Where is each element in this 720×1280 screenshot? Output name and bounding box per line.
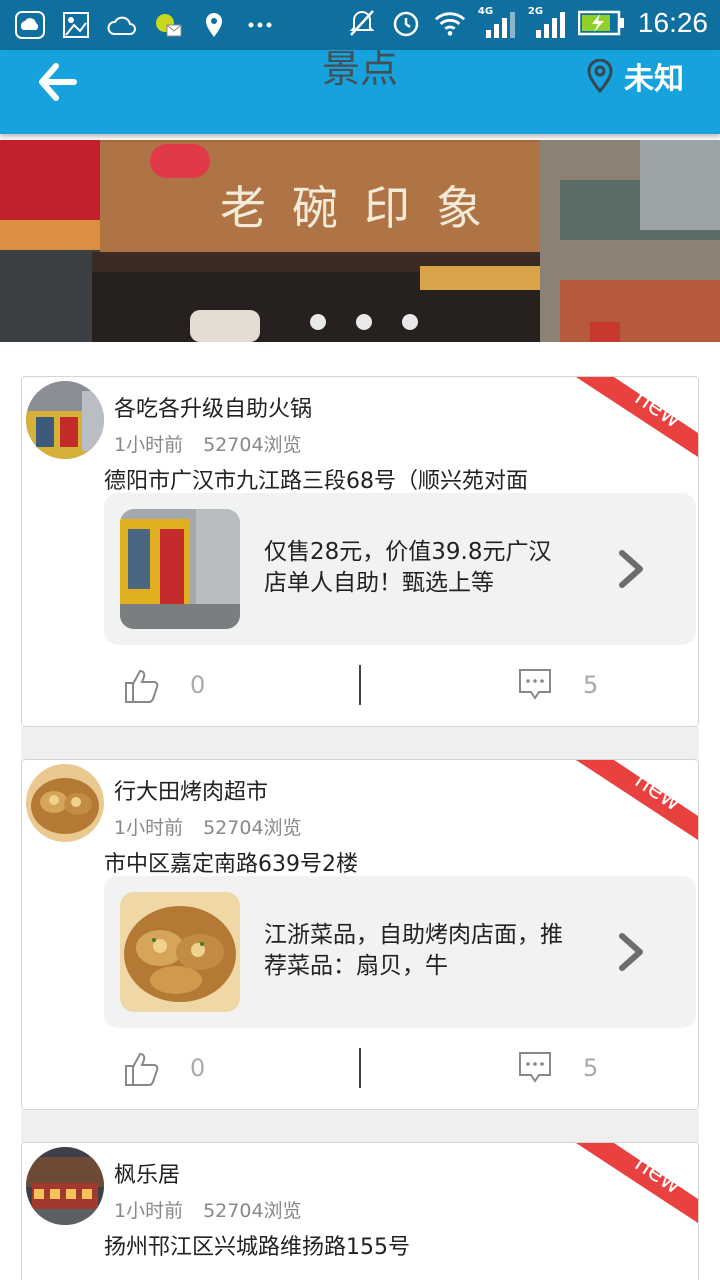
app-header: 景点 未知 <box>0 48 720 134</box>
status-bar: 4G 2G 16:26 <box>0 0 720 50</box>
chevron-right-icon[interactable] <box>616 932 646 972</box>
post-card[interactable]: 行大田烤肉超市 1小时前 52704浏览 new 市中区嘉定南路639号2楼 江浙… <box>21 759 699 1110</box>
cloud-icon <box>14 8 46 42</box>
post-meta: 1小时前 52704浏览 <box>114 1196 302 1223</box>
post-views: 52704浏览 <box>203 434 302 456</box>
banner-sign-text: 老碗印象 <box>220 181 508 235</box>
post-card[interactable]: 各吃各升级自助火锅 1小时前 52704浏览 new 德阳市广汉市九江路三段68号… <box>21 376 699 727</box>
post-actions: 0 5 <box>22 665 698 709</box>
signal-2g-icon: 2G <box>528 6 566 40</box>
post-title[interactable]: 各吃各升级自助火锅 <box>114 391 312 423</box>
post-time: 1小时前 <box>114 817 184 839</box>
carousel-dot[interactable] <box>402 314 418 330</box>
post-address: 德阳市广汉市九江路三段68号（顺兴苑对面 <box>104 469 528 494</box>
thumbs-up-icon[interactable] <box>122 667 160 705</box>
carousel-dot[interactable] <box>310 314 326 330</box>
like-count: 0 <box>190 1054 206 1082</box>
chevron-right-icon[interactable] <box>616 549 646 589</box>
deal-thumbnail <box>120 509 240 629</box>
post-card[interactable]: 枫乐居 1小时前 52704浏览 new 扬州邗江区兴城路维扬路155号 <box>21 1142 699 1280</box>
post-address: 市中区嘉定南路639号2楼 <box>104 852 358 877</box>
banner-image: 老碗印象 <box>0 140 720 342</box>
post-meta: 1小时前 52704浏览 <box>114 430 302 457</box>
deal-description: 江浙菜品，自助烤肉店面，推荐菜品：扇贝，牛 <box>264 922 563 979</box>
new-badge: new <box>576 760 698 840</box>
post-time: 1小时前 <box>114 1200 184 1222</box>
deal-preview[interactable]: 仅售28元，价值39.8元广汉店单人自助！甄选上等 <box>104 493 696 645</box>
card-separator <box>21 727 699 759</box>
alarm-icon <box>390 6 422 40</box>
location-pin-icon <box>587 59 613 93</box>
weather-cloud-icon <box>106 8 138 42</box>
location-label: 未知 <box>624 62 684 97</box>
mute-icon <box>346 6 378 40</box>
banner-carousel[interactable]: 老碗印象 <box>0 140 720 342</box>
signal-4g-icon: 4G <box>478 6 516 40</box>
deal-thumbnail <box>120 892 240 1012</box>
chat-icon <box>152 8 184 42</box>
carousel-dot[interactable] <box>356 314 372 330</box>
battery-charging-icon <box>577 6 626 40</box>
new-badge: new <box>576 377 698 457</box>
post-time: 1小时前 <box>114 434 184 456</box>
thumbs-up-icon[interactable] <box>122 1050 160 1088</box>
deal-description: 仅售28元，价值39.8元广汉店单人自助！甄选上等 <box>264 539 552 596</box>
more-dots-icon <box>244 8 276 42</box>
comment-count: 5 <box>583 671 599 699</box>
clock: 16:26 <box>637 7 708 38</box>
post-meta: 1小时前 52704浏览 <box>114 813 302 840</box>
post-views: 52704浏览 <box>203 1200 302 1222</box>
post-address: 扬州邗江区兴城路维扬路155号 <box>104 1235 410 1260</box>
post-title[interactable]: 行大田烤肉超市 <box>114 774 268 806</box>
comment-icon[interactable] <box>518 667 552 701</box>
wifi-icon <box>434 6 466 40</box>
location-pin-icon <box>198 8 230 42</box>
location-button[interactable]: 未知 <box>586 54 684 98</box>
image-icon <box>60 8 92 42</box>
avatar[interactable] <box>26 764 104 842</box>
post-title[interactable]: 枫乐居 <box>114 1157 180 1189</box>
carousel-dots <box>310 314 418 330</box>
post-views: 52704浏览 <box>203 817 302 839</box>
new-badge: new <box>576 1143 698 1223</box>
card-separator <box>21 1110 699 1142</box>
comment-icon[interactable] <box>518 1050 552 1084</box>
comment-count: 5 <box>583 1054 599 1082</box>
avatar[interactable] <box>26 1147 104 1225</box>
divider <box>359 665 361 705</box>
avatar[interactable] <box>26 381 104 459</box>
like-count: 0 <box>190 671 206 699</box>
deal-preview[interactable]: 江浙菜品，自助烤肉店面，推荐菜品：扇贝，牛 <box>104 876 696 1028</box>
post-actions: 0 5 <box>22 1048 698 1092</box>
divider <box>359 1048 361 1088</box>
